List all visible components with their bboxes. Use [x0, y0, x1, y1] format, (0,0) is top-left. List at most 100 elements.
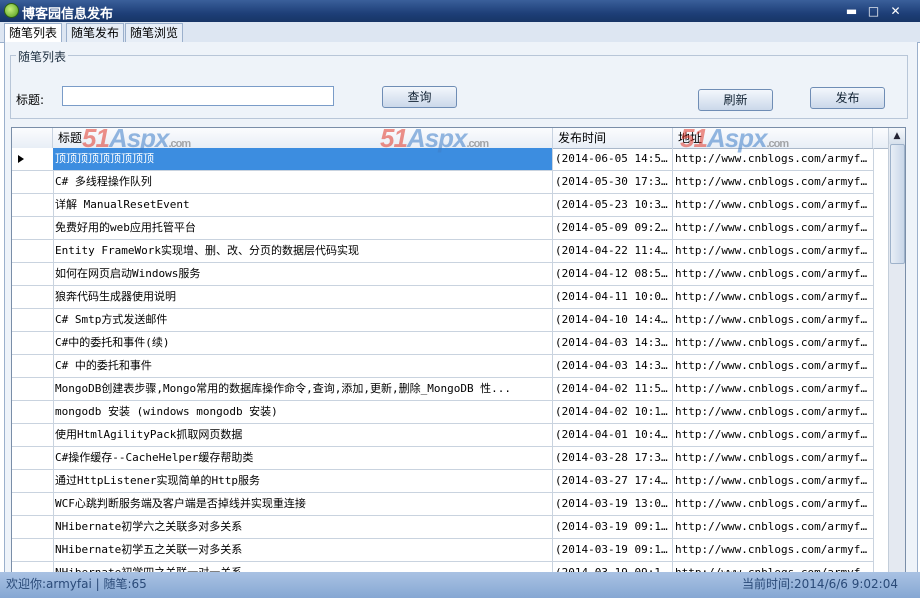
- url-cell[interactable]: http://www.cnblogs.com/armyfa...: [673, 309, 874, 331]
- url-cell[interactable]: http://www.cnblogs.com/armyfa...: [673, 378, 874, 400]
- row-selector[interactable]: [12, 171, 54, 193]
- url-cell[interactable]: http://www.cnblogs.com/armyfa...: [673, 539, 874, 561]
- publish-time-cell[interactable]: (2014-04-01 10:43): [553, 424, 673, 446]
- scroll-up-icon[interactable]: ▲: [889, 128, 905, 144]
- publish-time-cell[interactable]: (2014-05-09 09:22): [553, 217, 673, 239]
- minimize-button[interactable]: ▬: [842, 3, 861, 19]
- publish-time-cell[interactable]: (2014-05-30 17:34): [553, 171, 673, 193]
- close-button[interactable]: ✕: [886, 3, 905, 19]
- table-row[interactable]: 狼奔代码生成器使用说明 (2014-04-11 10:00) http://www.…: [12, 286, 874, 309]
- title-search-input[interactable]: [62, 86, 334, 106]
- table-row[interactable]: WCF心跳判断服务端及客户端是否掉线并实现重连接 (2014-03-19 13:0…: [12, 493, 874, 516]
- table-row[interactable]: C#操作缓存--CacheHelper缓存帮助类 (2014-03-28 17:3…: [12, 447, 874, 470]
- row-selector[interactable]: [12, 424, 54, 446]
- table-row[interactable]: 详解 ManualResetEvent (2014-05-23 10:34) htt…: [12, 194, 874, 217]
- post-title-cell[interactable]: NHibernate初学六之关联多对多关系: [53, 516, 553, 538]
- post-title-cell[interactable]: C# 多线程操作队列: [53, 171, 553, 193]
- table-row[interactable]: Entity FrameWork实现增、删、改、分页的数据层代码实现 (2014-…: [12, 240, 874, 263]
- row-selector[interactable]: [12, 240, 54, 262]
- post-title-cell[interactable]: mongodb 安装 (windows mongodb 安装): [53, 401, 553, 423]
- table-row[interactable]: MongoDB创建表步骤,Mongo常用的数据库操作命令,查询,添加,更新,删除…: [12, 378, 874, 401]
- post-title-cell[interactable]: Entity FrameWork实现增、删、改、分页的数据层代码实现: [53, 240, 553, 262]
- url-cell[interactable]: http://www.cnblogs.com/armyfa...: [673, 355, 874, 377]
- table-row[interactable]: mongodb 安装 (windows mongodb 安装) (2014-04-…: [12, 401, 874, 424]
- publish-time-cell[interactable]: (2014-03-19 09:15): [553, 516, 673, 538]
- tab-post-publish[interactable]: 随笔发布: [66, 23, 125, 42]
- url-cell[interactable]: http://www.cnblogs.com/armyfa...: [673, 447, 874, 469]
- post-title-cell[interactable]: 通过HttpListener实现简单的Http服务: [53, 470, 553, 492]
- post-title-cell[interactable]: 如何在网页启动Windows服务: [53, 263, 553, 285]
- url-cell[interactable]: http://www.cnblogs.com/armyfa...: [673, 217, 874, 239]
- url-cell[interactable]: http://www.cnblogs.com/armyfa...: [673, 263, 874, 285]
- row-selector[interactable]: [12, 217, 54, 239]
- post-title-cell[interactable]: 详解 ManualResetEvent: [53, 194, 553, 216]
- post-title-cell[interactable]: 狼奔代码生成器使用说明: [53, 286, 553, 308]
- publish-time-cell[interactable]: (2014-04-22 11:47): [553, 240, 673, 262]
- post-title-cell[interactable]: MongoDB创建表步骤,Mongo常用的数据库操作命令,查询,添加,更新,删除…: [53, 378, 553, 400]
- title-bar[interactable]: 博客园信息发布 ▬ □ ✕: [0, 0, 920, 22]
- row-selector[interactable]: [12, 539, 54, 561]
- publish-time-cell[interactable]: (2014-04-12 08:58): [553, 263, 673, 285]
- publish-time-cell[interactable]: (2014-03-28 17:34): [553, 447, 673, 469]
- url-cell[interactable]: http://www.cnblogs.com/armyfa...: [673, 286, 874, 308]
- publish-time-cell[interactable]: (2014-04-03 14:39): [553, 332, 673, 354]
- row-selector[interactable]: [12, 263, 54, 285]
- table-row[interactable]: 使用HtmlAgilityPack抓取网页数据 (2014-04-01 10:43…: [12, 424, 874, 447]
- post-title-cell[interactable]: C# 中的委托和事件: [53, 355, 553, 377]
- url-cell[interactable]: http://www.cnblogs.com/armyfa...: [673, 401, 874, 423]
- vertical-scrollbar[interactable]: ▲: [888, 128, 905, 573]
- url-cell[interactable]: http://www.cnblogs.com/armyfa...: [673, 332, 874, 354]
- maximize-button[interactable]: □: [864, 3, 883, 19]
- row-selector[interactable]: [12, 447, 54, 469]
- tab-post-browse[interactable]: 随笔浏览: [125, 23, 184, 42]
- row-selector[interactable]: [12, 194, 54, 216]
- publish-time-cell[interactable]: (2014-03-19 13:03): [553, 493, 673, 515]
- row-selector[interactable]: [12, 401, 54, 423]
- publish-time-cell[interactable]: (2014-03-19 09:13): [553, 539, 673, 561]
- table-row[interactable]: C# 中的委托和事件 (2014-04-03 14:38) http://www.c…: [12, 355, 874, 378]
- table-row[interactable]: NHibernate初学五之关联一对多关系 (2014-03-19 09:13) h…: [12, 539, 874, 562]
- column-header-publish-time[interactable]: 发布时间: [553, 128, 673, 148]
- publish-time-cell[interactable]: (2014-04-10 14:48): [553, 309, 673, 331]
- url-cell[interactable]: http://www.cnblogs.com/armyfa...: [673, 516, 874, 538]
- publish-time-cell[interactable]: (2014-03-27 17:40): [553, 470, 673, 492]
- row-selector[interactable]: [12, 286, 54, 308]
- url-cell[interactable]: http://www.cnblogs.com/armyfa...: [673, 240, 874, 262]
- table-row[interactable]: C# Smtp方式发送邮件 (2014-04-10 14:48) http://ww…: [12, 309, 874, 332]
- publish-time-cell[interactable]: (2014-04-02 11:55): [553, 378, 673, 400]
- publish-button[interactable]: 发布: [810, 87, 885, 109]
- url-cell[interactable]: http://www.cnblogs.com/armyfa...: [673, 171, 874, 193]
- post-title-cell[interactable]: 使用HtmlAgilityPack抓取网页数据: [53, 424, 553, 446]
- post-title-cell[interactable]: C# Smtp方式发送邮件: [53, 309, 553, 331]
- row-selector[interactable]: [12, 148, 54, 170]
- refresh-button[interactable]: 刷新: [698, 89, 773, 111]
- row-selector[interactable]: [12, 355, 54, 377]
- row-selector[interactable]: [12, 470, 54, 492]
- table-row[interactable]: 如何在网页启动Windows服务 (2014-04-12 08:58) http:/…: [12, 263, 874, 286]
- url-cell[interactable]: http://www.cnblogs.com/armyfa...: [673, 424, 874, 446]
- publish-time-cell[interactable]: (2014-06-05 14:55): [553, 148, 673, 170]
- post-title-cell[interactable]: 免费好用的web应用托管平台: [53, 217, 553, 239]
- row-selector[interactable]: [12, 378, 54, 400]
- table-row[interactable]: 通过HttpListener实现简单的Http服务 (2014-03-27 17:…: [12, 470, 874, 493]
- table-row[interactable]: NHibernate初学六之关联多对多关系 (2014-03-19 09:15) h…: [12, 516, 874, 539]
- table-row[interactable]: 免费好用的web应用托管平台 (2014-05-09 09:22) http://w…: [12, 217, 874, 240]
- row-selector[interactable]: [12, 309, 54, 331]
- row-selector[interactable]: [12, 332, 54, 354]
- post-title-cell[interactable]: WCF心跳判断服务端及客户端是否掉线并实现重连接: [53, 493, 553, 515]
- table-row[interactable]: C#中的委托和事件(续) (2014-04-03 14:39) http://www…: [12, 332, 874, 355]
- url-cell[interactable]: http://www.cnblogs.com/armyfa...: [673, 493, 874, 515]
- publish-time-cell[interactable]: (2014-04-02 10:19): [553, 401, 673, 423]
- row-selector[interactable]: [12, 516, 54, 538]
- tab-post-list[interactable]: 随笔列表: [4, 23, 63, 43]
- post-title-cell[interactable]: C#中的委托和事件(续): [53, 332, 553, 354]
- url-cell[interactable]: http://www.cnblogs.com/armyfa...: [673, 194, 874, 216]
- scrollbar-thumb[interactable]: [890, 144, 905, 264]
- publish-time-cell[interactable]: (2014-04-11 10:00): [553, 286, 673, 308]
- url-cell[interactable]: http://www.cnblogs.com/armyfa...: [673, 470, 874, 492]
- publish-time-cell[interactable]: (2014-04-03 14:38): [553, 355, 673, 377]
- post-grid[interactable]: 标题 发布时间 地址 顶顶顶顶顶顶顶顶顶 (2014-06-05 14:55) ht…: [11, 127, 906, 574]
- post-title-cell[interactable]: C#操作缓存--CacheHelper缓存帮助类: [53, 447, 553, 469]
- row-selector[interactable]: [12, 493, 54, 515]
- query-button[interactable]: 查询: [382, 86, 457, 108]
